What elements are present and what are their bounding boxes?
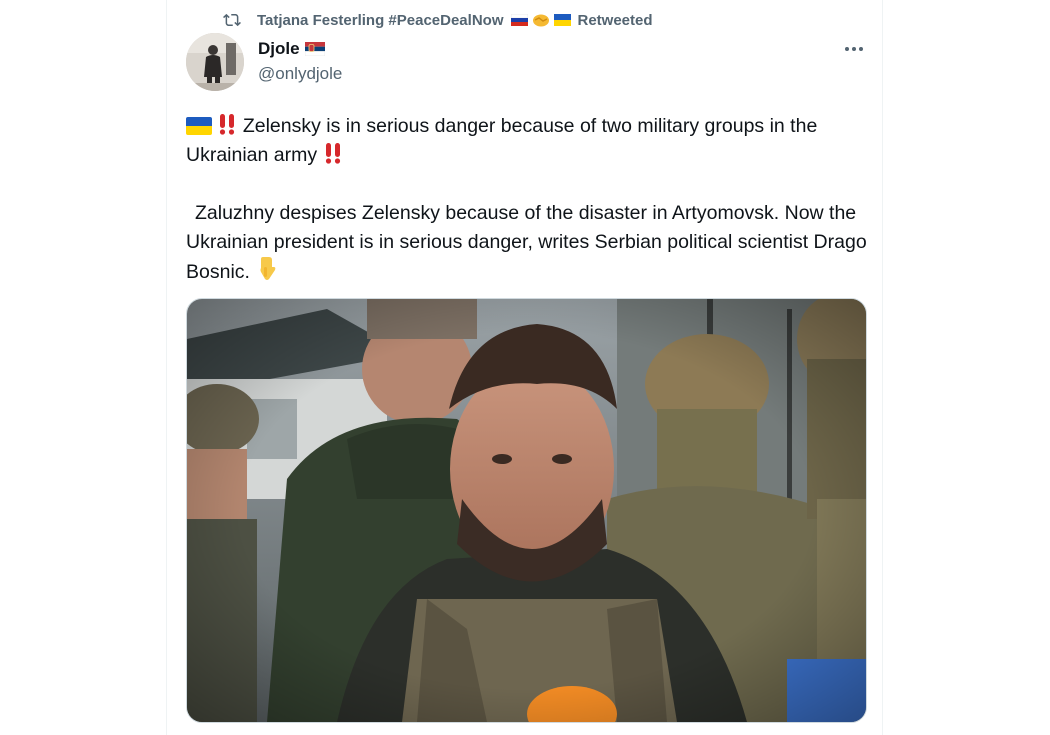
avatar-photo [186, 33, 244, 91]
ukraine-flag [554, 14, 572, 26]
russia-flag [511, 14, 529, 26]
tweet-line-1: Zelensky is in serious danger because of… [186, 115, 818, 166]
retweeter-name[interactable]: Tatjana Festerling #PeaceDealNow [257, 12, 503, 29]
tweet-paragraph-1: Zelensky is in serious danger because of… [186, 112, 876, 170]
retweet-context[interactable]: Tatjana Festerling #PeaceDealNow Retweet… [223, 10, 653, 30]
more-options-button[interactable] [837, 36, 871, 62]
tweet-text: Zelensky is in serious danger because of… [186, 112, 876, 287]
more-dots-icon [845, 47, 863, 51]
double-exclamation-icon [220, 114, 235, 135]
handshake-emoji [533, 14, 550, 27]
tweet-paragraph-2: Zaluzhny despises Zelensky because of th… [186, 199, 876, 287]
author-name[interactable]: Djole [258, 39, 300, 59]
retweeted-label: Retweeted [577, 11, 653, 29]
double-exclamation-icon [325, 143, 340, 164]
pointing-down-emoji [260, 257, 276, 280]
retweet-icon [223, 13, 241, 27]
timeline-column: Tatjana Festerling #PeaceDealNow Retweet… [166, 0, 883, 735]
serbia-flag [304, 42, 325, 56]
author-handle[interactable]: @onlydjole [258, 64, 342, 84]
avatar[interactable] [186, 33, 244, 91]
tweet-line-2: Zaluzhny despises Zelensky because of th… [186, 202, 867, 283]
tweet-author: Djole @onlydjole [258, 38, 342, 84]
ukraine-flag [186, 117, 212, 135]
photo-illustration [187, 299, 866, 722]
tweet-photo[interactable] [186, 298, 867, 723]
